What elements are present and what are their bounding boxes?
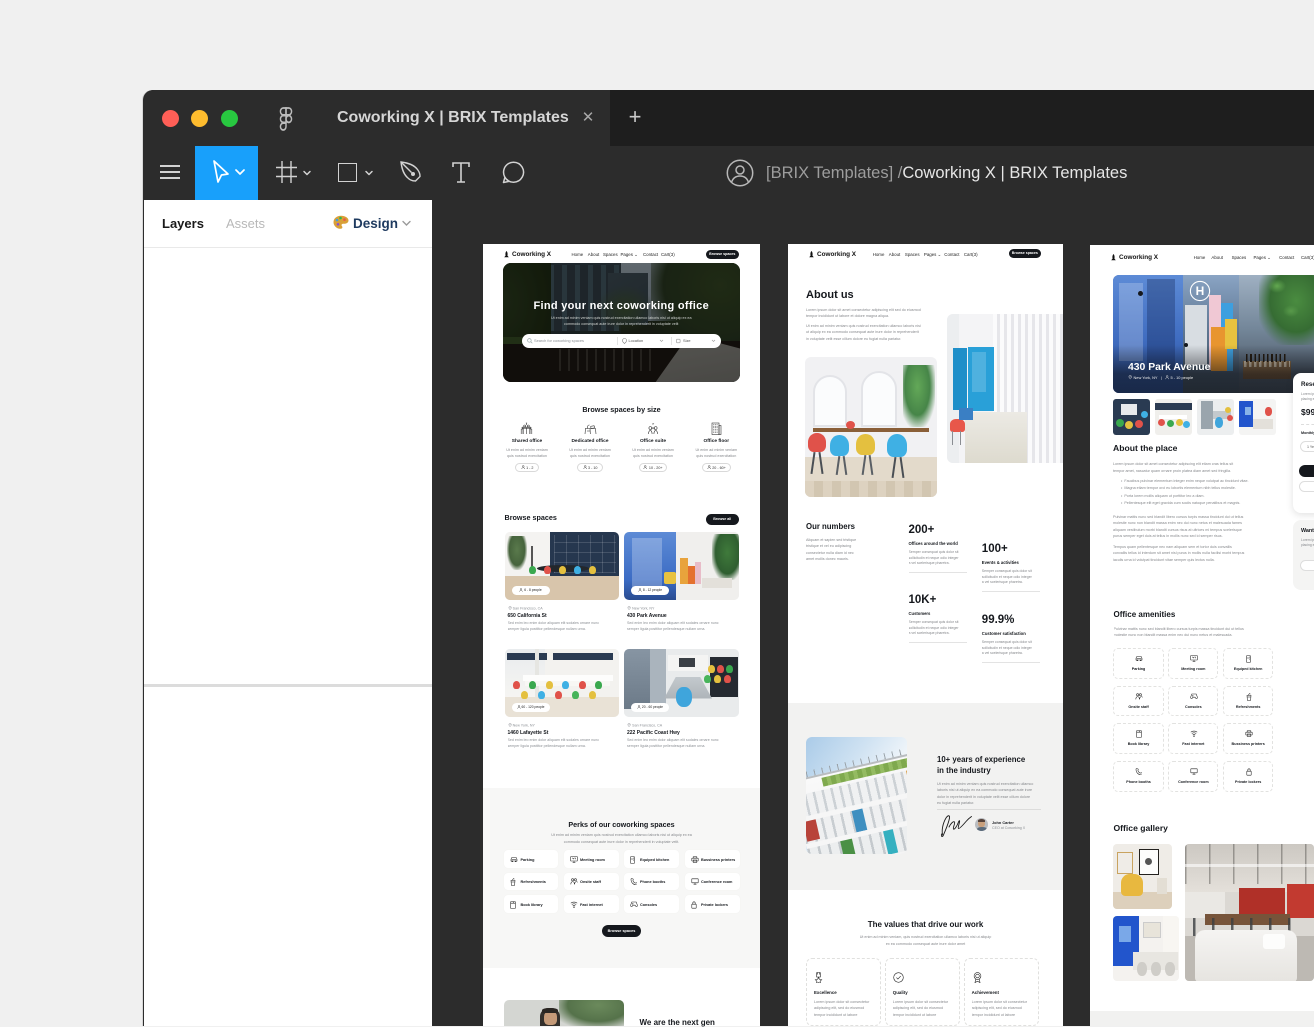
- svg-text:H: H: [1196, 284, 1205, 298]
